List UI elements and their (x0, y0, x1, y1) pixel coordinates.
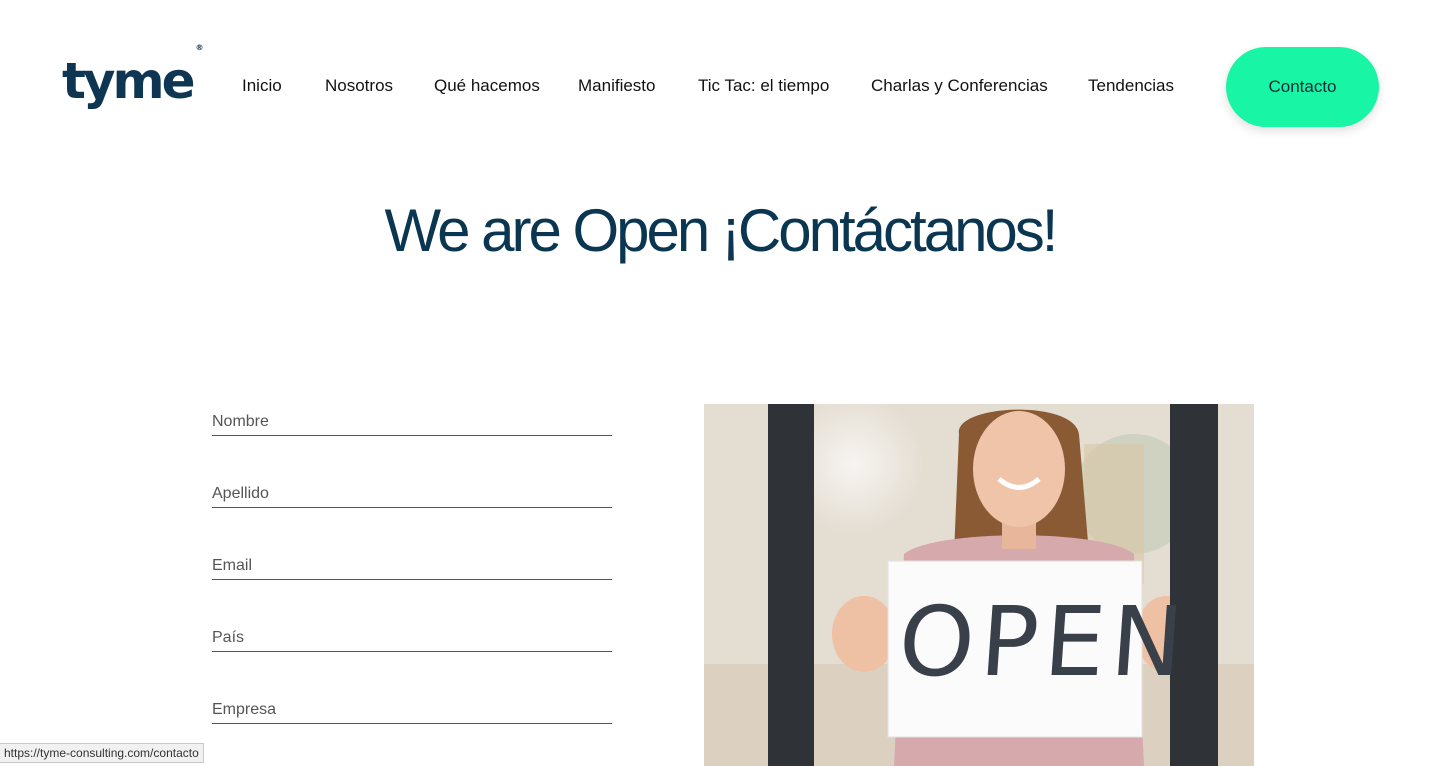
registered-mark: ® (195, 43, 204, 53)
nav-item-tic-tac[interactable]: Tic Tac: el tiempo (698, 76, 829, 96)
empresa-field-wrap (212, 697, 612, 724)
open-sign-text: OPEN (895, 586, 1193, 698)
logo-text: tyme (62, 52, 196, 110)
nombre-input[interactable] (212, 409, 612, 435)
nav-item-manifiesto[interactable]: Manifiesto (578, 76, 655, 96)
empresa-input[interactable] (212, 697, 612, 723)
nombre-field-wrap (212, 409, 612, 436)
pais-input[interactable] (212, 625, 612, 651)
email-field-wrap (212, 553, 612, 580)
nav-item-nosotros[interactable]: Nosotros (325, 76, 393, 96)
page-title: We are Open ¡Contáctanos! (384, 197, 1059, 264)
nav-item-inicio[interactable]: Inicio (242, 76, 282, 96)
nav-item-charlas[interactable]: Charlas y Conferencias (871, 76, 1048, 96)
email-input[interactable] (212, 553, 612, 579)
apellido-input[interactable] (212, 481, 612, 507)
nav-item-tendencias[interactable]: Tendencias (1088, 76, 1174, 96)
open-sign-photo: OPEN (704, 404, 1254, 766)
nav-item-que-hacemos[interactable]: Qué hacemos (434, 76, 540, 96)
apellido-field-wrap (212, 481, 612, 508)
contact-button[interactable]: Contacto (1226, 47, 1379, 127)
status-bar-url: https://tyme-consulting.com/contacto (0, 743, 204, 763)
tyme-logo[interactable]: tyme® (62, 44, 204, 106)
pais-field-wrap (212, 625, 612, 652)
